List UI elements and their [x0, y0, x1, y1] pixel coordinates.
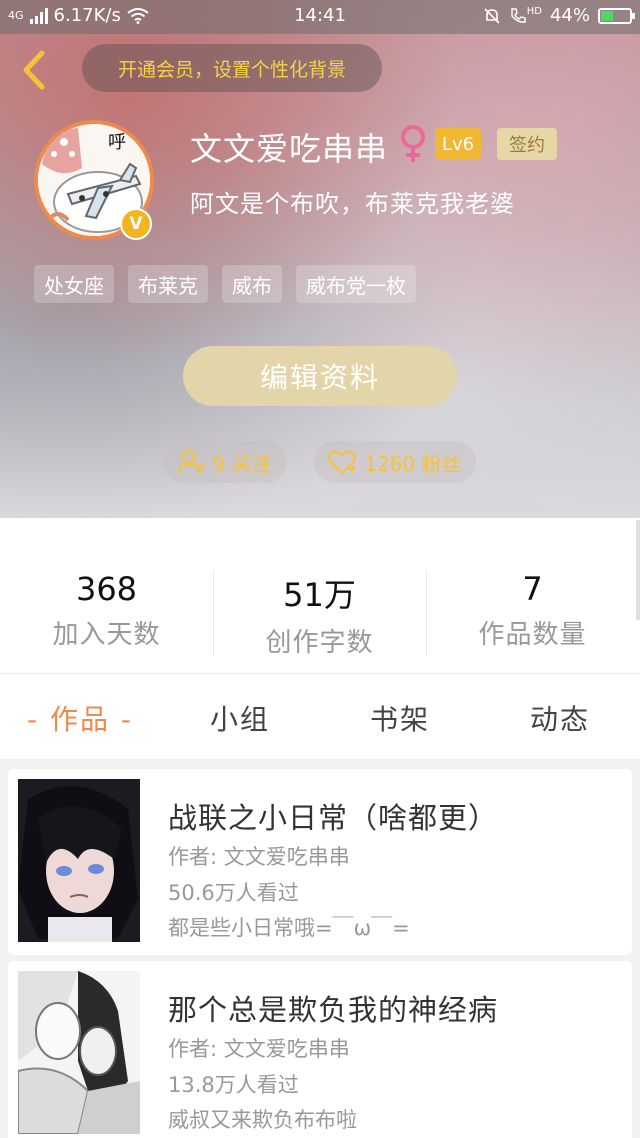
- stat-works-count: 7 作品数量: [426, 570, 639, 651]
- following-count: 9 关注: [212, 451, 272, 476]
- tag[interactable]: 威布: [222, 265, 282, 303]
- stat-value: 51万: [283, 576, 356, 614]
- stat-value: 368: [75, 570, 138, 608]
- mute-bell-icon: [484, 7, 500, 24]
- person-add-icon: [178, 450, 206, 475]
- username: 文文爱吃串串: [190, 130, 389, 168]
- battery-icon: [598, 7, 635, 24]
- stat-join-days: 368 加入天数: [0, 570, 213, 651]
- fans-count: 1260 粉丝: [364, 451, 462, 476]
- stat-word-count: 51万 创作字数: [213, 570, 426, 659]
- tag[interactable]: 威布党一枚: [296, 265, 416, 303]
- call-icon: [511, 7, 526, 23]
- signed-badge: 签约: [497, 128, 557, 160]
- stat-label: 作品数量: [478, 620, 587, 650]
- tab-works[interactable]: - 作品 -: [0, 698, 160, 738]
- work-title: 那个总是欺负我的神经病: [168, 993, 499, 1027]
- profile-bio: 阿文是个布吹，布莱克我老婆: [190, 190, 515, 218]
- verified-badge: V: [120, 208, 152, 240]
- profile-header: 4G 6.17K/s 14:41 HD 44% 开通会员，设置个性化背景 呼 V…: [0, 0, 640, 518]
- stat-label: 加入天数: [52, 620, 161, 650]
- vip-background-banner[interactable]: 开通会员，设置个性化背景: [82, 44, 382, 92]
- battery-percent: 44%: [549, 5, 590, 26]
- battery-level: [601, 10, 613, 21]
- female-icon: [398, 124, 428, 168]
- work-card[interactable]: 战联之小日常（啥都更） 作者: 文文爱吃串串 50.6万人看过 都是些小日常哦=…: [8, 769, 632, 955]
- work-views: 50.6万人看过: [168, 881, 299, 905]
- tab-bookshelf[interactable]: 书架: [320, 698, 480, 738]
- work-description: 威叔又来欺负布布啦: [168, 1108, 357, 1132]
- work-title: 战联之小日常（啥都更）: [168, 801, 499, 835]
- tab-activity[interactable]: 动态: [480, 698, 640, 738]
- tab-groups[interactable]: 小组: [160, 698, 320, 738]
- back-button[interactable]: [14, 48, 54, 92]
- work-views: 13.8万人看过: [168, 1073, 299, 1097]
- profile-tabs: - 作品 - 小组 书架 动态: [0, 673, 640, 759]
- edit-profile-button[interactable]: 编辑资料: [183, 346, 457, 406]
- tag-list: 处女座 布莱克 威布 威布党一枚: [34, 265, 416, 303]
- level-badge: Lv6: [435, 128, 481, 160]
- status-bar: 4G 6.17K/s 14:41 HD 44%: [0, 0, 640, 34]
- chevron-left-icon: [23, 50, 45, 90]
- work-card[interactable]: 那个总是欺负我的神经病 作者: 文文爱吃串串 13.8万人看过 威叔又来欺负布布…: [8, 961, 632, 1138]
- scrollbar[interactable]: [636, 520, 640, 620]
- stat-label: 创作字数: [265, 628, 374, 658]
- tag[interactable]: 布莱克: [128, 265, 208, 303]
- work-author: 作者: 文文爱吃串串: [168, 845, 350, 869]
- fans-button[interactable]: 1260 粉丝: [314, 441, 476, 483]
- status-right: HD 44%: [483, 5, 635, 26]
- work-cover: [18, 779, 140, 942]
- tag[interactable]: 处女座: [34, 265, 114, 303]
- stat-value: 7: [522, 570, 543, 608]
- hd-label: HD: [526, 6, 542, 17]
- following-button[interactable]: 9 关注: [163, 441, 287, 483]
- profile-page: 4G 6.17K/s 14:41 HD 44% 开通会员，设置个性化背景 呼 V…: [0, 0, 640, 1138]
- work-description: 都是些小日常哦=￣ω￣=: [168, 916, 410, 940]
- heart-add-icon: [328, 450, 357, 475]
- work-cover: [18, 971, 140, 1134]
- work-author: 作者: 文文爱吃串串: [168, 1037, 350, 1061]
- stats-panel: 368 加入天数 51万 创作字数 7 作品数量: [0, 518, 640, 673]
- avatar-text: 呼: [108, 132, 126, 153]
